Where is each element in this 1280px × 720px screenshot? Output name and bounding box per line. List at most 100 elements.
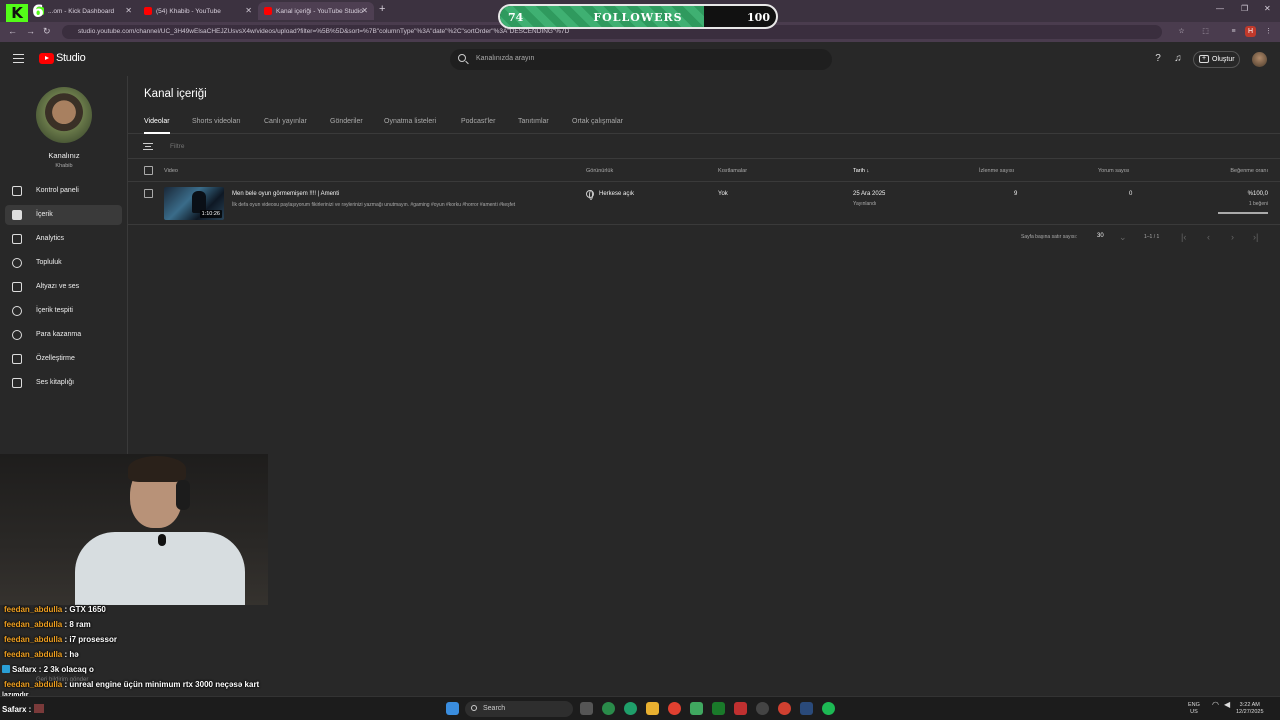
chat-message: feedan_abdulla : unreal engine üçün mini… <box>4 680 259 689</box>
chat-username: feedan_abdulla <box>4 680 63 689</box>
language-bottom: US <box>1190 708 1198 715</box>
comments-value: 0 <box>1129 191 1133 197</box>
chat-message: feedan_abdulla : i7 prosessor <box>4 635 117 644</box>
steam-icon[interactable] <box>800 702 813 715</box>
first-page-icon[interactable]: |‹ <box>1181 232 1186 242</box>
account-avatar[interactable] <box>1252 52 1267 67</box>
hamburger-menu-icon[interactable] <box>13 54 24 63</box>
opera-icon[interactable] <box>778 702 791 715</box>
sidebar-item-dashboard[interactable]: Kontrol paneli <box>5 181 122 201</box>
studio-wordmark[interactable]: Studio <box>56 52 86 64</box>
select-all-checkbox[interactable] <box>144 166 153 175</box>
tab-kick-dashboard[interactable]: ...om - Kick Dashboard ✕ <box>30 2 138 20</box>
sidebar-item-community[interactable]: Topluluk <box>5 253 122 273</box>
profile-icon[interactable]: H <box>1245 26 1256 37</box>
customization-icon <box>12 354 22 364</box>
task-view-icon[interactable] <box>580 702 593 715</box>
store-icon[interactable] <box>690 702 703 715</box>
windows-start-icon[interactable] <box>446 702 459 715</box>
sidebar-item-audio-library[interactable]: Ses kitaplığı <box>5 373 122 393</box>
file-explorer-icon[interactable] <box>646 702 659 715</box>
video-thumbnail[interactable]: 1:10:26 <box>164 187 224 220</box>
minimize-icon[interactable]: — <box>1216 4 1224 13</box>
content-icon <box>12 210 22 220</box>
close-icon[interactable]: ✕ <box>245 6 252 15</box>
studio-header: Studio Kanalınızda arayın ? ♫ + Oluştur <box>0 42 1280 76</box>
search-icon <box>458 54 466 62</box>
restrictions-value: Yok <box>718 191 728 197</box>
volume-icon[interactable]: ◀ <box>1224 701 1230 709</box>
chrome-icon[interactable] <box>668 702 681 715</box>
sidebar-item-analytics[interactable]: Analytics <box>5 229 122 249</box>
close-icon[interactable]: ✕ <box>125 6 132 15</box>
edge-icon[interactable] <box>602 702 615 715</box>
language-indicator[interactable]: ENG US <box>1188 702 1200 715</box>
chat-text: : i7 prosessor <box>64 635 117 644</box>
obs-icon[interactable] <box>756 702 769 715</box>
last-page-icon[interactable]: ›| <box>1253 232 1258 242</box>
tab-youtube[interactable]: (54) Khabib - YouTube ✕ <box>138 2 258 20</box>
close-window-icon[interactable]: ✕ <box>1264 4 1271 13</box>
tab-youtube-studio[interactable]: Kanal içeriği - YouTube Studio ✕ <box>258 2 374 20</box>
column-likes[interactable]: Beğenme oranı <box>1230 168 1268 174</box>
kick-logo: K <box>6 4 28 22</box>
new-tab-button[interactable]: + <box>379 3 385 15</box>
sidebar-item-monetization[interactable]: Para kazanma <box>5 325 122 345</box>
video-title[interactable]: Men bele oyun görmemişem !!!! | Amenti <box>232 191 339 197</box>
app-icon[interactable] <box>734 702 747 715</box>
tab-shorts[interactable]: Shorts videoları <box>192 118 241 125</box>
audio-library-icon <box>12 378 22 388</box>
help-icon[interactable]: ? <box>1152 53 1164 65</box>
reload-icon[interactable]: ↻ <box>43 26 51 37</box>
nvidia-icon[interactable] <box>712 702 725 715</box>
tab-videos[interactable]: Videolar <box>144 118 170 134</box>
youtube-logo-icon[interactable] <box>39 53 54 64</box>
column-views[interactable]: İzlenme sayısı <box>979 168 1014 174</box>
tab-playlists[interactable]: Oynatma listeleri <box>384 118 436 125</box>
wifi-icon[interactable]: ◠ <box>1212 701 1219 709</box>
rows-per-page-select[interactable]: 30 <box>1097 233 1104 239</box>
clock-date: 12/27/2025 <box>1236 708 1264 715</box>
next-page-icon[interactable]: › <box>1231 232 1234 242</box>
filter-icon[interactable] <box>143 143 153 150</box>
prev-page-icon[interactable]: ‹ <box>1207 232 1210 242</box>
tab-podcasts[interactable]: Podcast'ler <box>461 118 495 125</box>
sidebar-item-copyright[interactable]: İçerik tespiti <box>5 301 122 321</box>
clock[interactable]: 3:22 AM 12/27/2025 <box>1236 702 1264 715</box>
chevron-down-icon[interactable]: ⌄ <box>1119 232 1127 243</box>
back-icon[interactable]: ← <box>8 26 17 36</box>
sidebar-item-content[interactable]: İçerik <box>5 205 122 225</box>
bookmark-star-icon[interactable]: ☆ <box>1176 26 1187 37</box>
row-checkbox[interactable] <box>144 189 153 198</box>
column-comments[interactable]: Yorum sayısı <box>1098 168 1130 174</box>
tab-live[interactable]: Canlı yayınlar <box>264 118 307 125</box>
close-icon[interactable]: ✕ <box>361 6 368 15</box>
rows-per-page-label: Sayfa başına satır sayısı: <box>1021 234 1078 240</box>
maximize-icon[interactable]: ❐ <box>1241 4 1248 13</box>
taskbar-search[interactable]: Search <box>465 701 573 717</box>
spotify-icon[interactable] <box>822 702 835 715</box>
tab-promotions[interactable]: Tanıtımlar <box>518 118 549 125</box>
browser-icon[interactable] <box>624 702 637 715</box>
create-button[interactable]: + Oluştur <box>1193 51 1240 68</box>
subscriber-badge-icon <box>2 665 10 673</box>
streamer-hair <box>128 456 186 482</box>
tab-posts[interactable]: Gönderiler <box>330 118 363 125</box>
sidebar-item-subtitles[interactable]: Altyazı ve ses <box>5 277 122 297</box>
notifications-bell-icon[interactable]: ♫ <box>1172 53 1184 65</box>
tab-collaborations[interactable]: Ortak çalışmalar <box>572 118 623 125</box>
filter-input[interactable] <box>170 143 470 150</box>
video-camera-icon: + <box>1199 55 1209 63</box>
menu-icon[interactable]: ⋮ <box>1263 26 1274 37</box>
extension-icon[interactable]: ≡ <box>1228 26 1239 37</box>
extensions-icon[interactable]: ⬚ <box>1200 26 1211 37</box>
channel-avatar[interactable] <box>36 87 92 143</box>
chat-text: : GTX 1650 <box>64 605 106 614</box>
forward-icon[interactable]: → <box>26 26 35 36</box>
column-date[interactable]: Tarih ↓ <box>853 168 869 174</box>
table-row[interactable]: 1:10:26 Men bele oyun görmemişem !!!! | … <box>128 183 1280 225</box>
sidebar-item-customization[interactable]: Özelleştirme <box>5 349 122 369</box>
visibility-value[interactable]: Herkese açık <box>599 191 634 197</box>
sidebar-item-label: İçerik tespiti <box>36 307 73 314</box>
search-input[interactable]: Kanalınızda arayın <box>450 49 832 70</box>
